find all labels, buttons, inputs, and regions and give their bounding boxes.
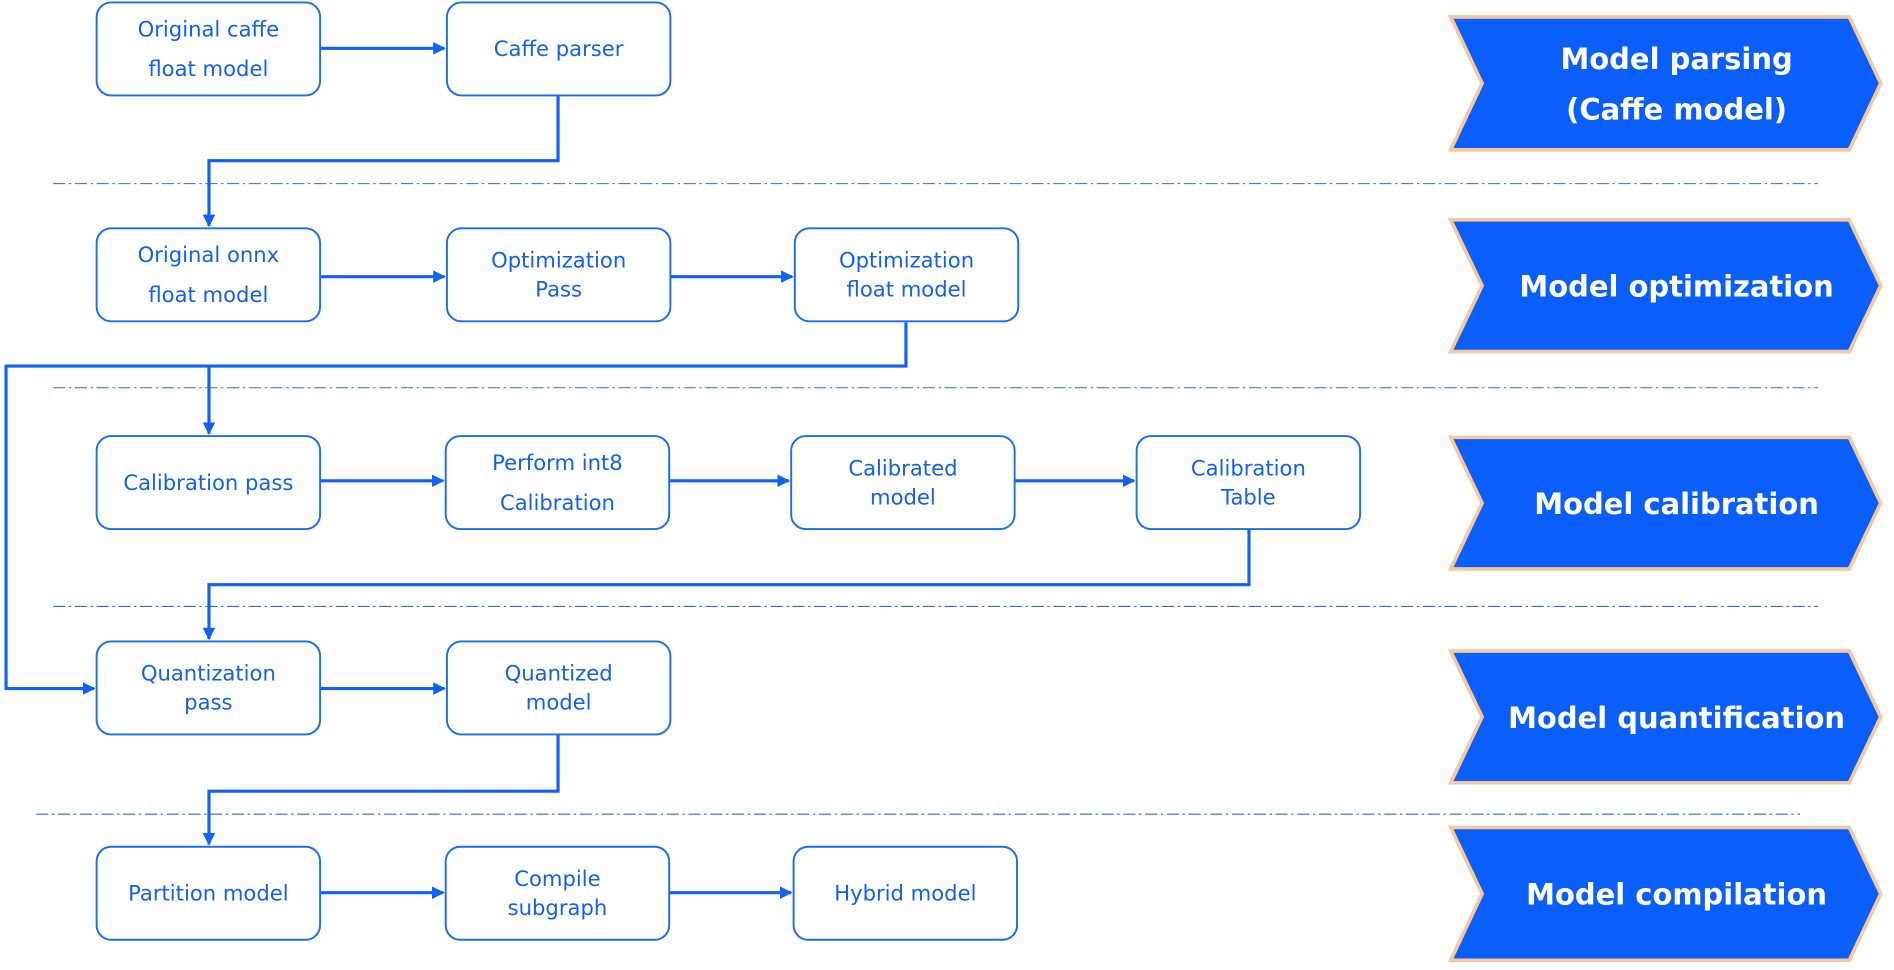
- node-label: Perform int8: [492, 450, 623, 475]
- node-partition-model[interactable]: Partition model: [95, 845, 322, 941]
- node-label: Hybrid model: [834, 881, 976, 906]
- node-box: [790, 435, 1016, 531]
- node-label: Compile: [514, 866, 600, 891]
- node-box: [444, 845, 671, 941]
- stage-chevron: Model quantification: [1447, 649, 1883, 785]
- node-calibration-table[interactable]: Calibration Table: [1135, 435, 1362, 531]
- flow-arrow: [202, 734, 560, 846]
- node-perform-int8[interactable]: Perform int8 Calibration: [444, 435, 671, 531]
- node-label: Optimization: [839, 248, 974, 273]
- node-box: [445, 227, 672, 323]
- node-compile-subgraph[interactable]: Compile subgraph: [444, 845, 671, 941]
- node-label: Pass: [535, 277, 582, 302]
- stage-label: Model optimization: [1519, 270, 1833, 304]
- stage-chevron: Model optimization: [1447, 218, 1883, 354]
- node-original-caffe[interactable]: Original caffe float model: [95, 1, 322, 97]
- node-label: Partition model: [128, 881, 289, 906]
- node-optimization-pass[interactable]: Optimization Pass: [445, 227, 672, 323]
- node-label: Quantization: [141, 661, 276, 686]
- stage-label: Model parsing: [1560, 42, 1792, 76]
- node-optimization-float[interactable]: Optimization float model: [793, 227, 1020, 323]
- node-box: [1135, 435, 1362, 531]
- node-calibration-pass[interactable]: Calibration pass: [95, 435, 322, 531]
- node-label: Calibration pass: [123, 470, 293, 495]
- node-label: float model: [148, 282, 268, 307]
- node-box: [95, 640, 322, 736]
- node-hybrid-model[interactable]: Hybrid model: [792, 845, 1019, 941]
- node-caffe-parser[interactable]: Caffe parser: [445, 1, 672, 97]
- node-label: Calibration: [500, 490, 615, 515]
- flow-arrow: [202, 527, 1251, 641]
- node-label: model: [526, 690, 592, 715]
- flow-arrow: [202, 94, 560, 228]
- stage-label: Model compilation: [1526, 878, 1827, 912]
- chevron-shape: [1447, 15, 1883, 152]
- node-label: Calibration: [1191, 455, 1306, 480]
- node-label: Table: [1220, 484, 1276, 509]
- stage-chevron: Model compilation: [1447, 825, 1883, 963]
- stage-chevron: Model calibration: [1447, 435, 1883, 571]
- node-label: Calibrated: [848, 455, 957, 480]
- node-label: Optimization: [491, 248, 626, 273]
- node-box: [793, 227, 1020, 323]
- node-label: float model: [148, 56, 268, 81]
- node-label: Quantized: [505, 661, 613, 686]
- node-label: Original onnx: [138, 242, 280, 267]
- flow-diagram: Original caffe float model Caffe parser Ori…: [4, 1, 1883, 963]
- node-calibrated-model[interactable]: Calibrated model: [790, 435, 1016, 531]
- node-label: pass: [184, 690, 232, 715]
- stage-label: Model calibration: [1534, 487, 1819, 521]
- node-quantization-pass[interactable]: Quantization pass: [95, 640, 322, 736]
- stage-label: (Caffe model): [1566, 93, 1787, 127]
- stage-label: Model quantification: [1508, 701, 1845, 735]
- node-label: subgraph: [508, 895, 608, 920]
- node-original-onnx[interactable]: Original onnx float model: [95, 227, 322, 323]
- node-quantized-model[interactable]: Quantized model: [445, 640, 672, 736]
- node-label: Original caffe: [138, 16, 280, 41]
- node-label: model: [870, 484, 936, 509]
- node-label: float model: [847, 277, 967, 302]
- node-label: Caffe parser: [494, 36, 624, 61]
- stage-chevron: Model parsing (Caffe model): [1447, 15, 1883, 152]
- node-box: [445, 640, 672, 736]
